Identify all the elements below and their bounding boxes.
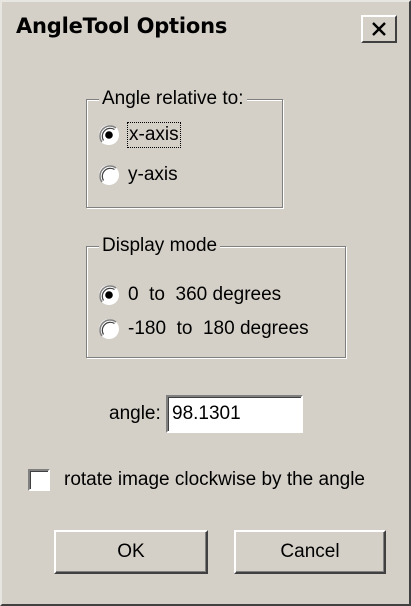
ok-button[interactable]: OK <box>54 530 208 574</box>
dialog-title: AngleTool Options <box>16 14 228 38</box>
radio-y-axis[interactable]: y-axis <box>98 163 178 187</box>
angle-relative-legend: Angle relative to: <box>99 87 247 111</box>
radio-checked-icon[interactable] <box>98 284 120 306</box>
rotate-checkbox[interactable] <box>28 469 50 491</box>
radio-checked-icon[interactable] <box>98 124 120 146</box>
close-icon <box>372 22 386 36</box>
radio-x-axis[interactable]: x-axis <box>98 122 181 148</box>
radio-neg180-180-label: -180 to 180 degrees <box>128 318 309 339</box>
rotate-checkbox-label: rotate image clockwise by the angle <box>64 469 365 490</box>
cancel-button[interactable]: Cancel <box>234 530 386 574</box>
rotate-checkbox-row[interactable]: rotate image clockwise by the angle <box>28 468 365 492</box>
display-mode-legend: Display mode <box>99 234 221 258</box>
angle-input[interactable] <box>166 395 303 433</box>
radio-0-360-label: 0 to 360 degrees <box>128 284 282 305</box>
angle-label: angle: <box>109 403 161 424</box>
angle-relative-group: Angle relative to: <box>86 87 283 208</box>
close-button[interactable] <box>361 15 397 43</box>
radio-unchecked-icon[interactable] <box>98 164 120 186</box>
radio-neg180-180[interactable]: -180 to 180 degrees <box>98 317 309 341</box>
title-bar[interactable]: AngleTool Options <box>4 4 407 54</box>
radio-y-axis-label: y-axis <box>128 164 178 185</box>
radio-x-axis-label: x-axis <box>127 122 181 148</box>
angletool-options-dialog: AngleTool Options Angle relative to: x-a… <box>0 0 411 606</box>
radio-unchecked-icon[interactable] <box>98 318 120 340</box>
radio-0-360[interactable]: 0 to 360 degrees <box>98 283 281 307</box>
